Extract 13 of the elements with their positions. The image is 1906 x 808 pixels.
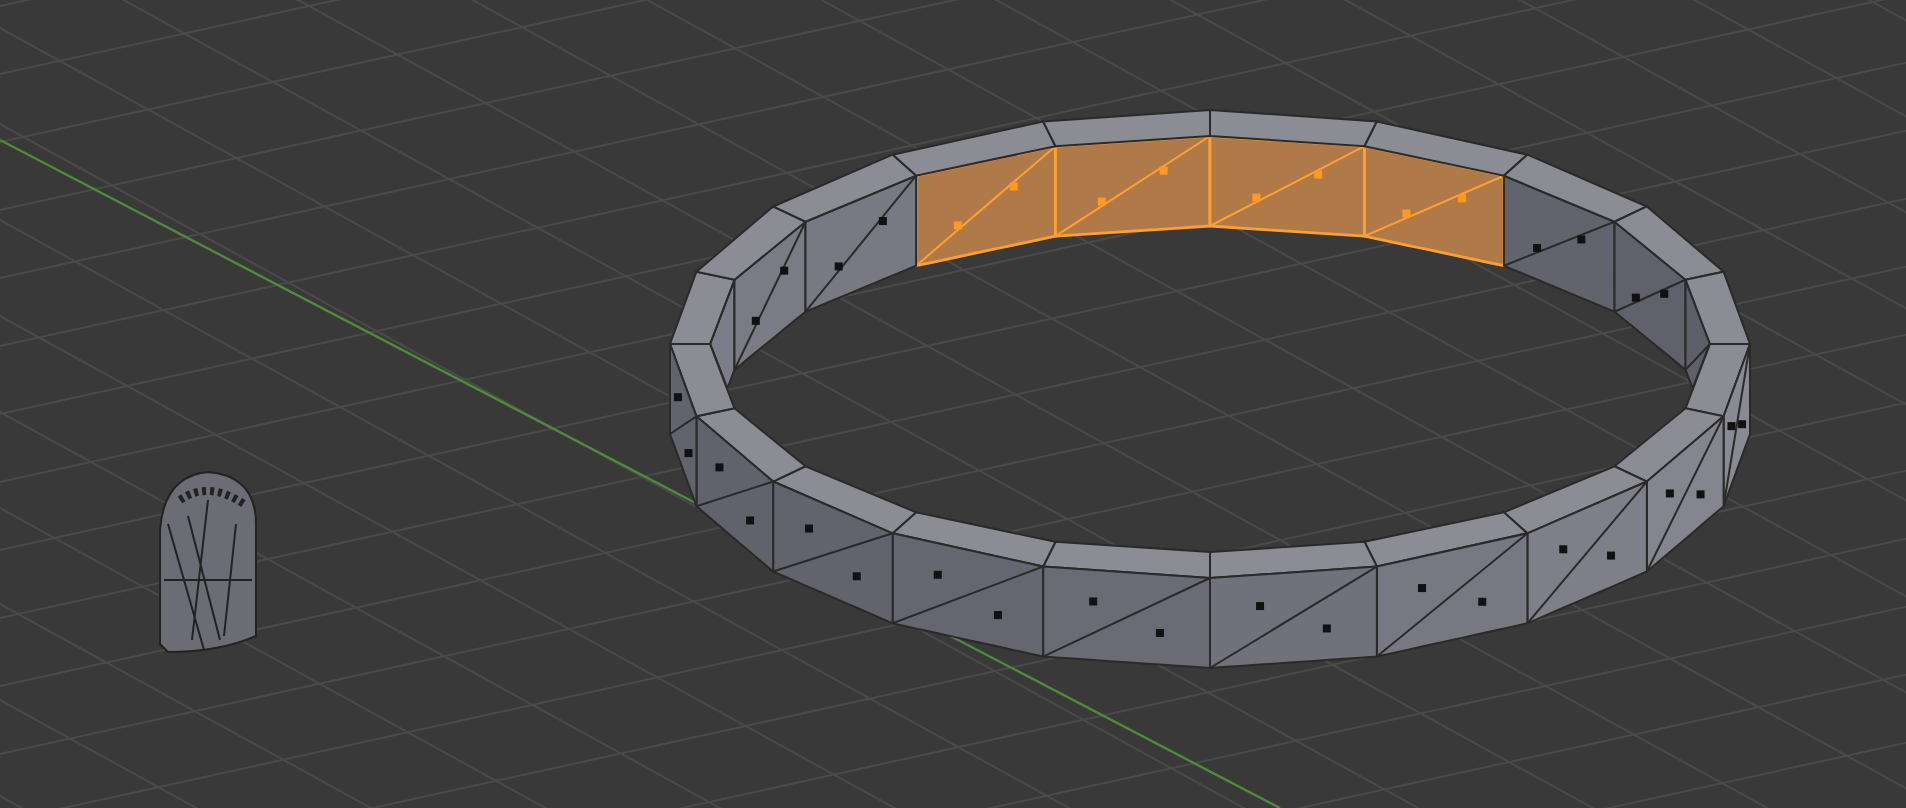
mesh-face[interactable] xyxy=(891,532,1045,658)
mesh-face[interactable] xyxy=(772,480,894,625)
mesh-face[interactable] xyxy=(695,415,775,573)
mesh-face[interactable] xyxy=(804,174,918,313)
mesh-face[interactable] xyxy=(914,144,1057,268)
mesh-face[interactable] xyxy=(1208,134,1366,238)
mesh-face[interactable] xyxy=(1526,480,1648,625)
mesh-face[interactable] xyxy=(1375,532,1529,658)
mesh-face[interactable] xyxy=(1613,220,1687,371)
mesh-face[interactable] xyxy=(1502,174,1616,313)
mesh-face[interactable] xyxy=(669,343,698,508)
mesh-face[interactable] xyxy=(1645,415,1725,573)
mesh-face[interactable] xyxy=(1363,144,1506,268)
